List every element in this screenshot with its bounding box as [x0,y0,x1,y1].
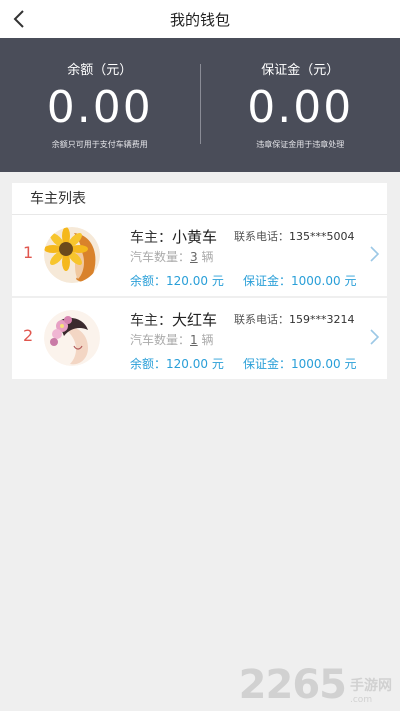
chevron-left-icon [13,10,24,28]
phone-label: 联系电话： [234,313,289,326]
watermark-text: 手游网 .com [350,675,392,705]
owner-balance: 余额：120.00 元 [130,355,224,372]
car-count-unit: 辆 [201,333,214,347]
owner-list-title: 车主列表 [12,183,387,215]
deposit-label: 保证金（元） [261,63,340,78]
owner-phone: 联系电话：135***5004 [234,228,355,244]
avatar [44,227,100,283]
owner-deposit-label: 保证金： [243,274,292,288]
owner-list-item[interactable]: 2 车主：大红车 联系电话：159***3214 汽车数量：1 辆 余额：120… [12,298,387,379]
owner-deposit: 保证金：1000.00 元 [243,355,356,372]
car-count-unit: 辆 [201,250,214,264]
car-count: 汽车数量：1 辆 [130,331,214,348]
owner-list-item[interactable]: 1 车主：小黄车 联系电话：135***5004 汽车数量：3 辆 余额：120… [12,215,387,296]
car-count-label: 汽车数量： [130,333,191,347]
watermark-number: 2265 [238,662,347,708]
owner-deposit-label: 保证金： [243,357,292,371]
owner-name-value: 大红车 [172,311,218,329]
balance-amount: 0.00 [46,82,153,133]
owner-balance-value: 120.00 [166,357,209,371]
balance-label: 余额（元） [67,63,133,78]
owner-balance-value: 120.00 [166,274,209,288]
chevron-right-icon [370,329,380,345]
owner-name-label: 车主： [130,230,172,246]
balance-section: 余额（元） 0.00 余额只可用于支付车辆费用 [0,38,200,172]
currency-unit: 元 [344,274,357,288]
owner-name-label: 车主： [130,313,172,329]
owner-balance-label: 余额： [130,274,167,288]
watermark-cn: 手游网 [350,678,392,694]
page-title: 我的钱包 [169,10,230,29]
owner-balance-label: 余额： [130,357,167,371]
row-index: 1 [23,243,34,262]
owner-phone: 联系电话：159***3214 [234,311,355,327]
currency-unit: 元 [211,357,224,371]
back-button[interactable] [4,4,34,34]
owner-name: 车主：小黄车 [130,226,217,247]
car-count-label: 汽车数量： [130,250,191,264]
deposit-note: 违章保证金用于违章处理 [256,140,345,149]
owner-deposit-value: 1000.00 [291,357,341,371]
phone-value: 135***5004 [289,230,355,243]
owner-deposit-value: 1000.00 [291,274,341,288]
owner-list: 车主列表 1 车主：小黄车 联系电话：135***5004 汽车数量：3 辆 余… [12,183,387,379]
avatar [44,310,100,366]
deposit-amount: 0.00 [247,82,354,133]
sunflower-girl-avatar-icon [44,227,100,283]
phone-label: 联系电话： [234,230,289,243]
deposit-section: 保证金（元） 0.00 违章保证金用于违章处理 [201,38,400,172]
car-count-value[interactable]: 3 [190,250,198,264]
watermark-url: .com [350,695,373,705]
owner-deposit: 保证金：1000.00 元 [243,272,356,289]
phone-value: 159***3214 [289,313,355,326]
owner-balance: 余额：120.00 元 [130,272,224,289]
owner-name-value: 小黄车 [172,228,218,246]
flower-girl-avatar-icon [44,310,100,366]
row-index: 2 [23,326,34,345]
owner-name: 车主：大红车 [130,309,217,330]
car-count: 汽车数量：3 辆 [130,248,214,265]
balance-note: 余额只可用于支付车辆费用 [51,140,148,149]
wallet-summary-panel: 余额（元） 0.00 余额只可用于支付车辆费用 保证金（元） 0.00 违章保证… [0,38,400,172]
chevron-right-icon [370,246,380,262]
currency-unit: 元 [344,357,357,371]
currency-unit: 元 [211,274,224,288]
car-count-value[interactable]: 1 [190,333,198,347]
top-nav-bar: 我的钱包 [0,0,400,38]
site-watermark-logo: 2265 手游网 .com [239,665,392,705]
